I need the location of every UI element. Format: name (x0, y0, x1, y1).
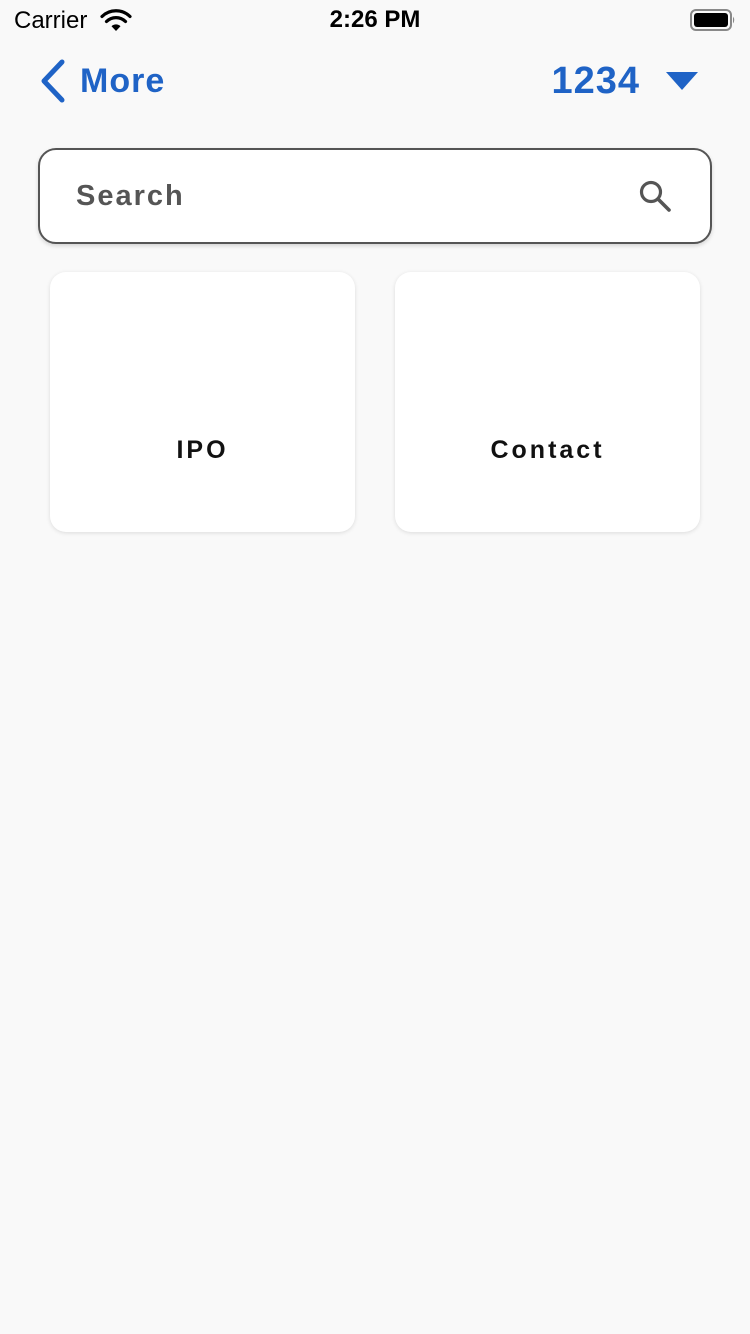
account-number: 1234 (551, 59, 640, 102)
status-bar: Carrier 2:26 PM (0, 0, 750, 40)
ipo-tile-label: IPO (176, 436, 229, 464)
more-screen: Carrier 2:26 PM More 1234 IPO (0, 0, 750, 1334)
battery-icon (690, 9, 735, 31)
back-button-label: More (80, 61, 166, 100)
status-time: 2:26 PM (329, 6, 421, 33)
search-box (38, 148, 712, 244)
chevron-left-icon (41, 59, 65, 103)
search-icon[interactable] (638, 179, 672, 213)
contact-tile[interactable]: Contact (395, 272, 700, 532)
caret-down-icon (666, 72, 698, 90)
contact-tile-label: Contact (490, 436, 605, 464)
search-input[interactable] (40, 150, 638, 242)
ipo-tile[interactable]: IPO (50, 272, 355, 532)
back-button[interactable]: More (38, 56, 165, 106)
account-selector[interactable]: 1234 (551, 56, 698, 106)
